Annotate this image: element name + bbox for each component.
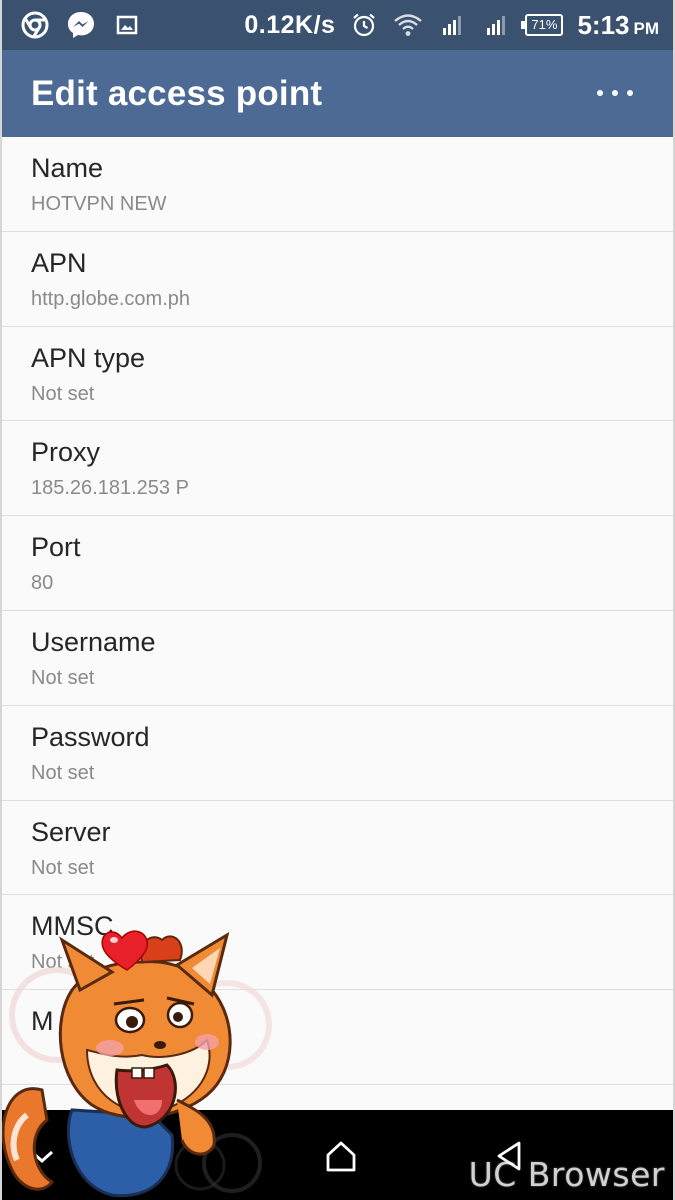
app-bar: Edit access point xyxy=(2,50,673,137)
setting-title: Password xyxy=(31,721,150,752)
setting-row-port[interactable]: Port 80 xyxy=(2,516,673,611)
battery-level: 71% xyxy=(531,17,558,32)
setting-title: Port xyxy=(31,532,81,563)
setting-title: Server xyxy=(31,816,111,847)
setting-value: Not set xyxy=(31,761,95,784)
setting-title: Name xyxy=(31,153,104,183)
alarm-icon xyxy=(349,10,379,40)
messenger-icon xyxy=(66,10,96,40)
setting-title: Proxy xyxy=(31,437,101,468)
network-speed: 0.12K/s xyxy=(244,10,336,39)
setting-title: APN xyxy=(31,247,87,278)
clock-time: 5:13 xyxy=(577,9,630,40)
wifi-icon xyxy=(393,10,423,40)
setting-value: Not set xyxy=(31,666,95,689)
setting-row-apn[interactable]: APN http.globe.com.ph xyxy=(2,231,673,327)
gallery-icon xyxy=(112,10,142,40)
setting-value: 80 xyxy=(31,572,54,595)
setting-row-proxy[interactable]: Proxy 185.26.181.253 P xyxy=(2,421,673,517)
setting-value: HOTVPN NEW xyxy=(31,193,167,215)
setting-value: Not set xyxy=(31,856,95,879)
setting-value: Not set xyxy=(31,382,95,405)
battery-icon: 71% xyxy=(521,14,564,36)
more-vert-icon xyxy=(597,90,603,96)
uc-browser-mascot xyxy=(2,920,292,1200)
more-vert-icon-dot xyxy=(627,90,633,96)
setting-row-apn-type[interactable]: APN type Not set xyxy=(2,326,673,422)
setting-row-password[interactable]: Password Not set xyxy=(2,705,673,801)
page-title: Edit access point xyxy=(31,73,323,113)
status-bar: 0.12K/s 71% 5:13 PM xyxy=(2,0,673,50)
squirrel-mascot xyxy=(2,930,272,1198)
setting-row-server[interactable]: Server Not set xyxy=(2,800,673,896)
setting-row-username[interactable]: Username Not set xyxy=(2,610,673,706)
clock-ampm: PM xyxy=(633,18,660,38)
setting-title: Username xyxy=(31,626,156,657)
home-button[interactable] xyxy=(320,1135,362,1177)
signal-icon xyxy=(481,10,511,40)
screen: 0.12K/s 71% 5:13 PM Edit access point Na… xyxy=(0,0,675,1200)
setting-title: APN type xyxy=(31,342,146,373)
setting-row-name[interactable]: Name HOTVPN NEW xyxy=(2,137,673,232)
more-options-button[interactable] xyxy=(597,80,633,106)
signal-icon xyxy=(437,10,467,40)
chrome-icon xyxy=(20,10,50,40)
more-vert-icon-dot xyxy=(612,90,618,96)
clock: 5:13 PM xyxy=(577,10,659,41)
setting-value: http.globe.com.ph xyxy=(31,287,190,310)
setting-value: 185.26.181.253 P xyxy=(31,477,189,500)
uc-browser-watermark: UC Browser xyxy=(468,1155,665,1194)
home-icon xyxy=(326,1141,356,1172)
